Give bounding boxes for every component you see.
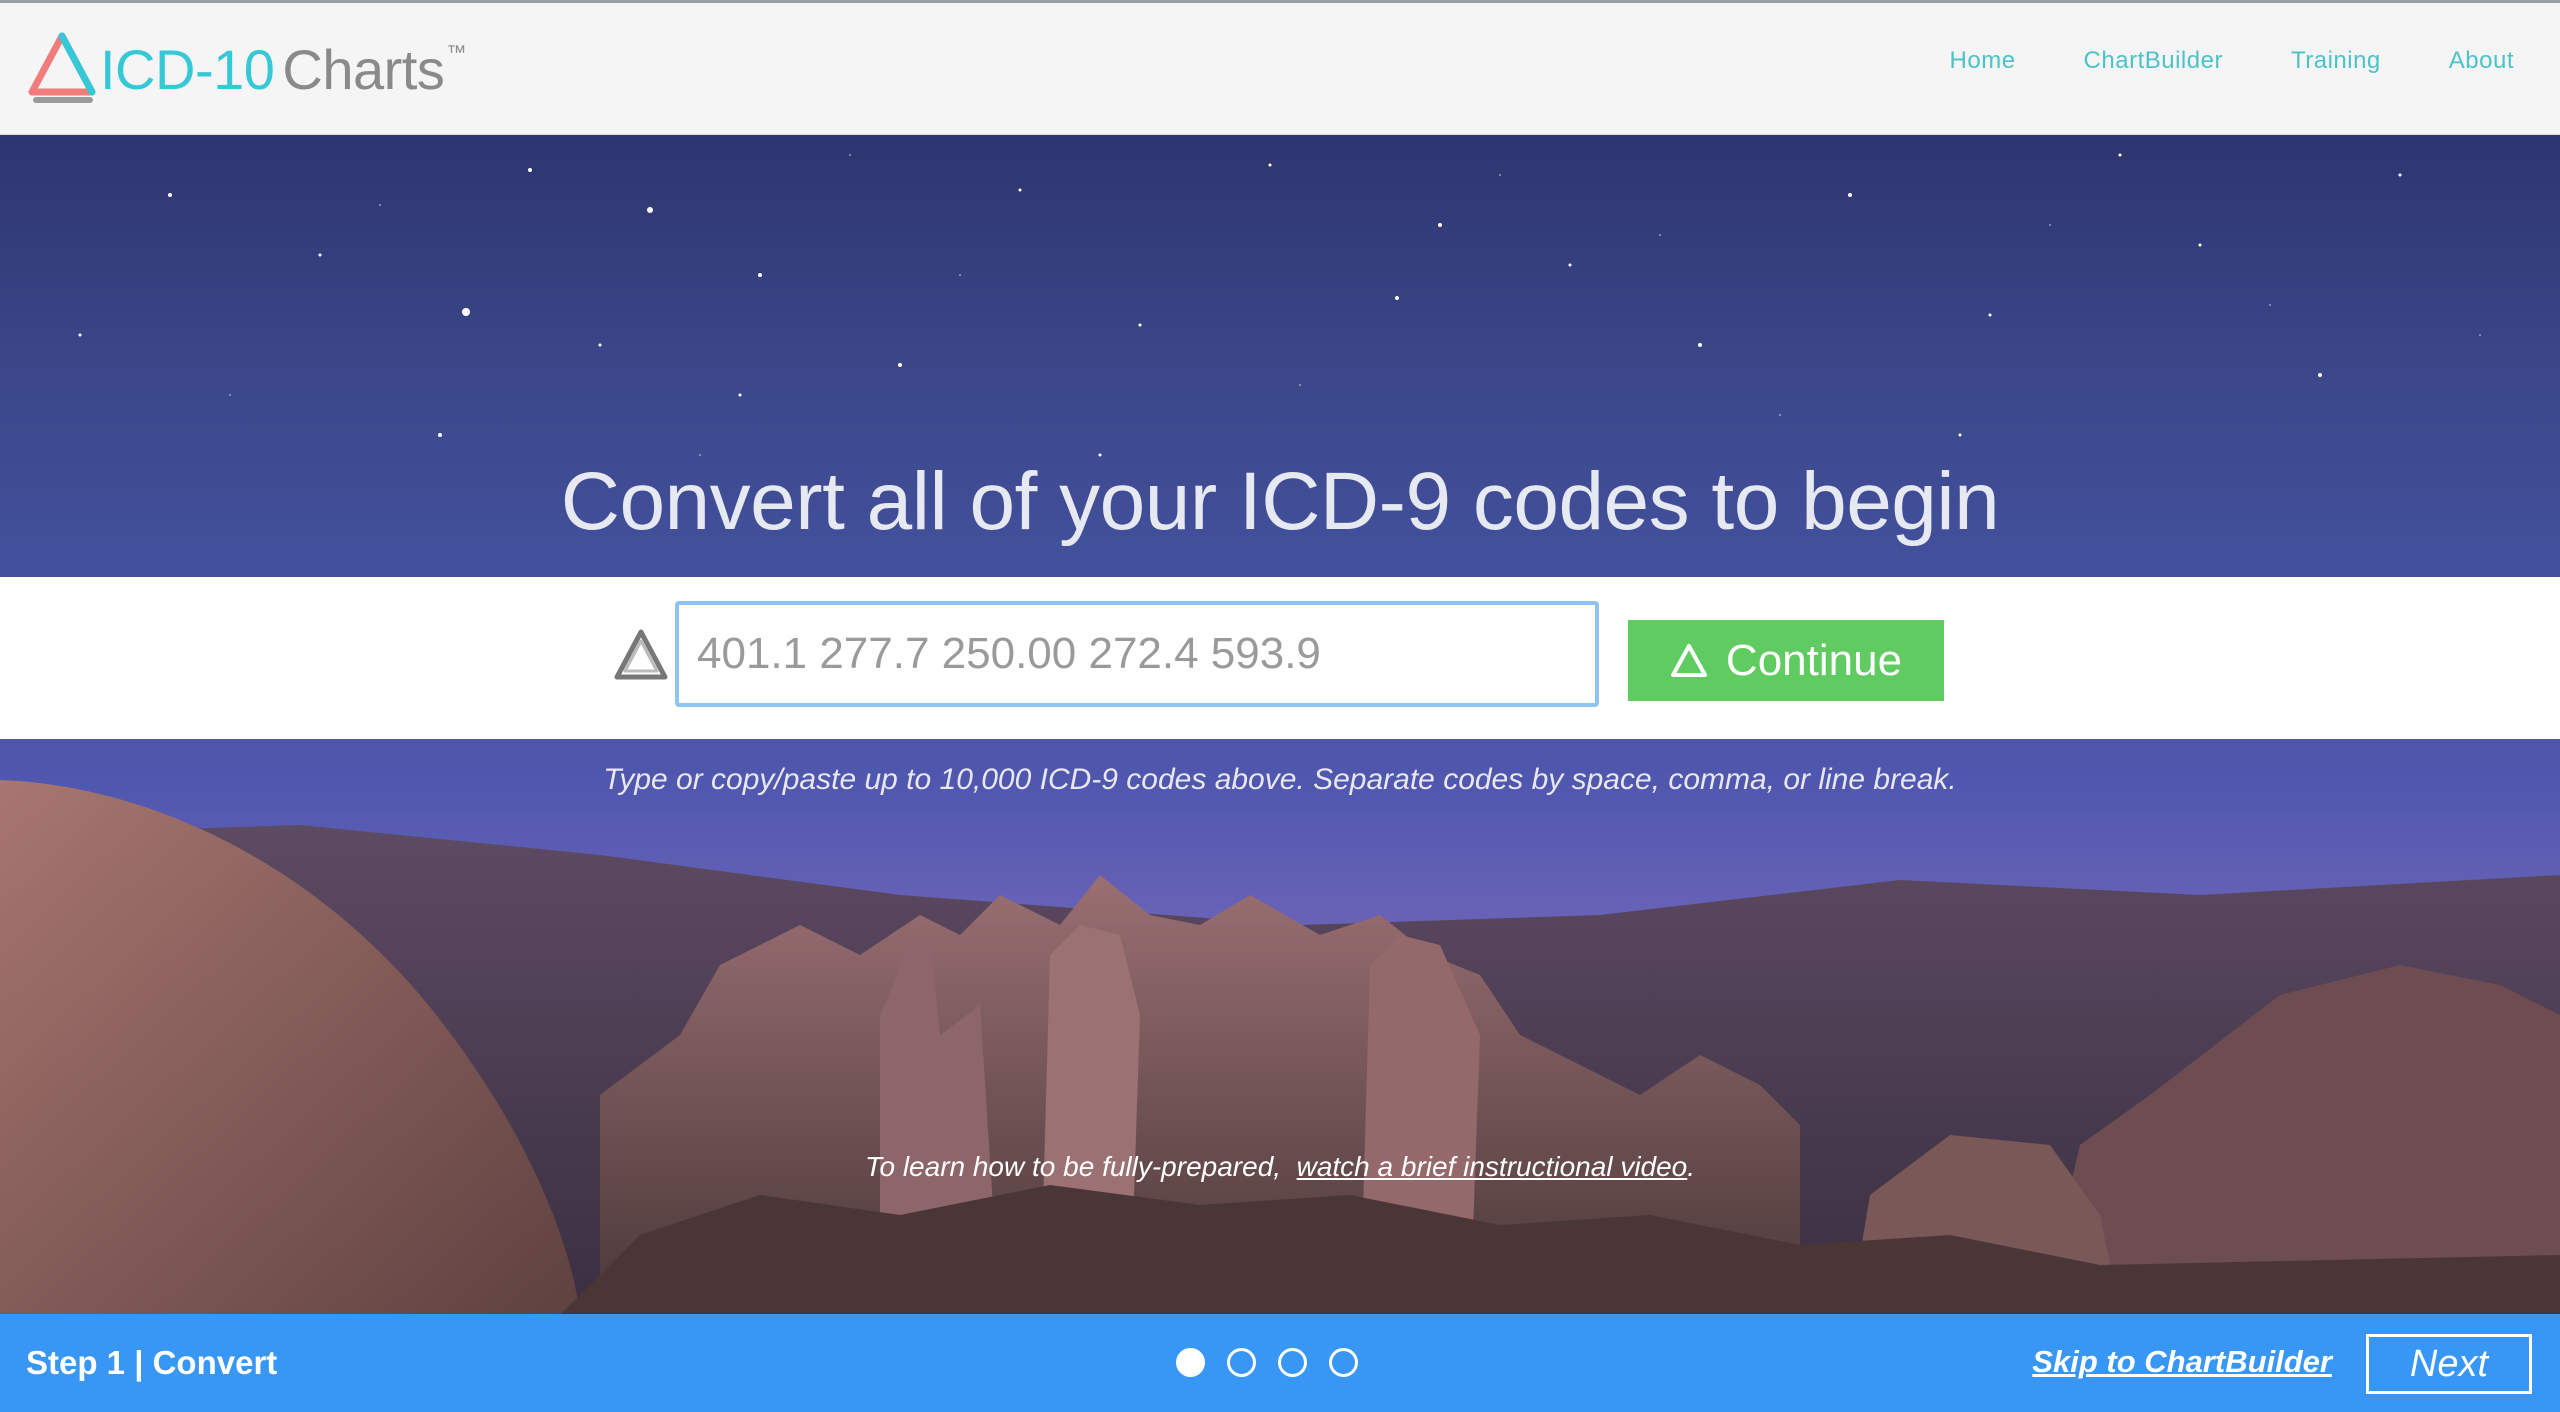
icd9-codes-input[interactable] — [675, 601, 1599, 707]
step-progress-bar: Step 1 | Convert Skip to ChartBuilder Ne… — [0, 1314, 2560, 1412]
instructional-video-link[interactable]: watch a brief instructional video — [1297, 1151, 1688, 1182]
continue-button[interactable]: Continue — [1628, 620, 1944, 701]
helper-text: Type or copy/paste up to 10,000 ICD-9 co… — [603, 763, 1957, 796]
step-dot-3[interactable] — [1278, 1348, 1307, 1377]
skip-to-chartbuilder-link[interactable]: Skip to ChartBuilder — [2032, 1344, 2332, 1380]
learn-more-text: To learn how to be fully-prepared, watch… — [0, 1151, 2560, 1183]
step-indicator-dots — [1176, 1348, 1358, 1377]
trademark-symbol: ™ — [446, 41, 466, 64]
step-label: Step 1 | Convert — [26, 1344, 278, 1381]
main-nav: Home ChartBuilder Training About — [1950, 47, 2514, 75]
step-dot-4[interactable] — [1329, 1348, 1358, 1377]
nav-chartbuilder-link[interactable]: ChartBuilder — [2084, 47, 2223, 75]
next-button[interactable]: Next — [2366, 1334, 2532, 1394]
hero-headline: Convert all of your ICD-9 codes to begin — [560, 456, 2000, 547]
continue-button-label: Continue — [1725, 635, 1903, 685]
triangle-icon — [1670, 643, 1707, 677]
logo-charts-text: Charts — [282, 37, 445, 101]
code-input-band: Continue — [0, 577, 2560, 739]
nav-training-link[interactable]: Training — [2291, 47, 2381, 75]
nav-about-link[interactable]: About — [2449, 47, 2514, 75]
step-dot-1[interactable] — [1176, 1348, 1205, 1377]
learn-prefix: To learn how to be fully-prepared, — [864, 1151, 1282, 1182]
triangle-arrows-icon — [614, 629, 668, 680]
learn-suffix: . — [1687, 1151, 1696, 1182]
hero-section: Convert all of your ICD-9 codes to begin… — [0, 135, 2560, 1315]
logo[interactable]: ICD-10 Charts ™ — [26, 29, 466, 109]
nav-home-link[interactable]: Home — [1950, 47, 2016, 75]
logo-text: ICD-10 Charts ™ — [100, 37, 466, 102]
logo-triangle-icon — [28, 32, 96, 103]
logo-icd-text: ICD-10 — [100, 37, 275, 101]
step-dot-2[interactable] — [1227, 1348, 1256, 1377]
top-header: ICD-10 Charts ™ Home ChartBuilder Training… — [0, 0, 2560, 135]
